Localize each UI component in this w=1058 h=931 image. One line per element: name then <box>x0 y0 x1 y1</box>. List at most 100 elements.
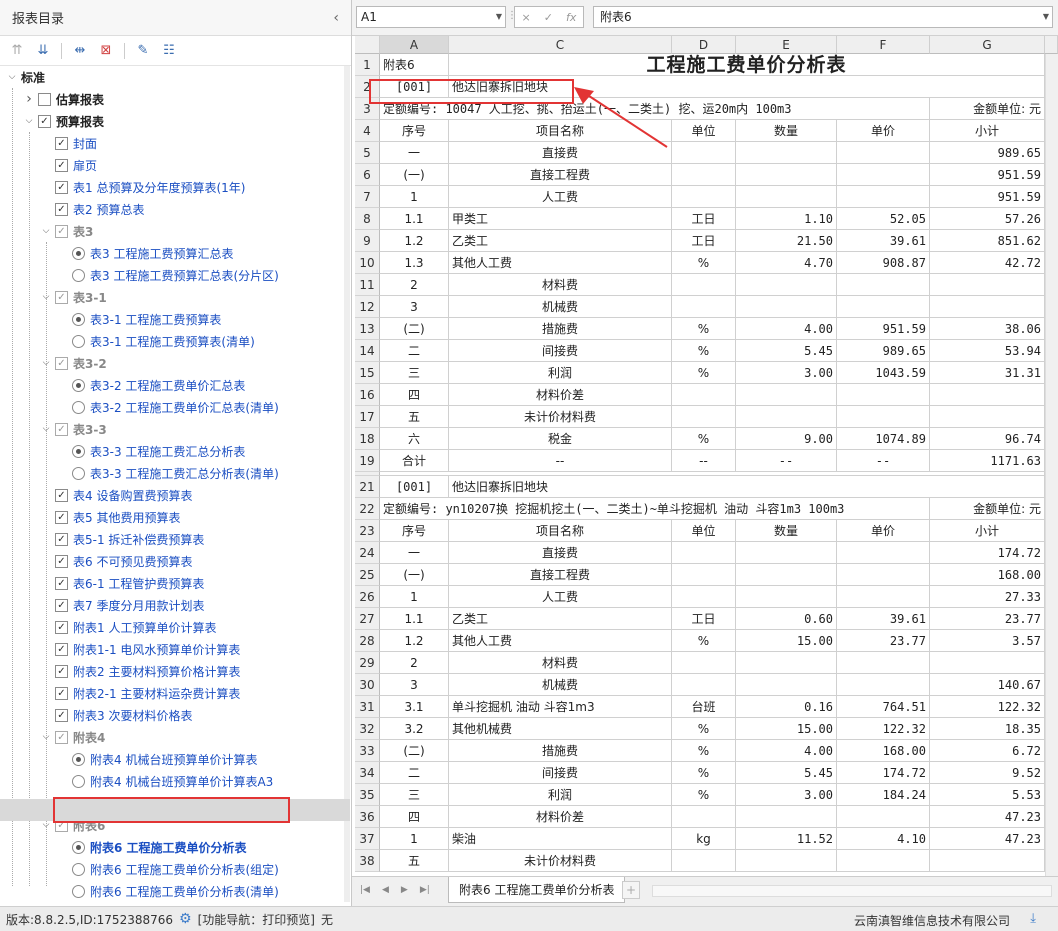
tree-item[interactable]: ✓ 表6 不可预见费预算表 <box>0 550 346 572</box>
cell-reference-box[interactable]: A1 ▼ <box>356 6 506 28</box>
first-tab-icon[interactable]: |◀ <box>360 885 370 895</box>
table-cell[interactable]: 间接费 <box>449 762 672 784</box>
confirm-edit-button[interactable]: ✓ <box>544 11 553 24</box>
table-cell[interactable]: % <box>672 252 736 274</box>
split-icon[interactable]: ⇹ <box>69 41 91 61</box>
table-cell[interactable] <box>736 274 837 296</box>
tree-radio[interactable] <box>72 400 85 414</box>
tree-checkbox[interactable]: ✓ <box>55 554 68 568</box>
tree-item[interactable]: 表3-3 工程施工费汇总分析表 <box>0 440 346 462</box>
table-cell[interactable]: 174.72 <box>837 762 930 784</box>
table-cell[interactable]: 38.06 <box>930 318 1045 340</box>
table-cell[interactable] <box>837 850 930 872</box>
table-cell[interactable] <box>672 186 736 208</box>
table-cell[interactable] <box>736 384 837 406</box>
tree-item[interactable]: ⌵ ✓ 表3-2 <box>0 352 346 374</box>
table-cell[interactable]: 15.00 <box>736 718 837 740</box>
row-header[interactable]: 34 <box>355 762 380 784</box>
tree-checkbox[interactable]: ✓ <box>55 158 68 172</box>
table-cell[interactable]: 4.00 <box>736 318 837 340</box>
table-cell[interactable] <box>736 296 837 318</box>
table-cell[interactable]: 0.16 <box>736 696 837 718</box>
tree-item[interactable]: 表3-2 工程施工费单价汇总表 <box>0 374 346 396</box>
tree-item[interactable]: ✓ 表5-1 拆迁补偿费预算表 <box>0 528 346 550</box>
row-header[interactable]: 16 <box>355 384 380 406</box>
tree-item[interactable]: 附表6 工程施工费单价分析表(清单) <box>0 880 346 902</box>
table-cell[interactable]: 人工费 <box>449 586 672 608</box>
sheet-horizontal-scrollbar[interactable] <box>652 885 1052 897</box>
table-cell[interactable]: 1 <box>380 828 449 850</box>
table-cell[interactable]: 57.26 <box>930 208 1045 230</box>
table-cell[interactable]: 951.59 <box>837 318 930 340</box>
table-cell[interactable]: 11.52 <box>736 828 837 850</box>
table-cell[interactable] <box>930 850 1045 872</box>
sheet-title-cell[interactable]: 工程施工费单价分析表 <box>449 54 1045 76</box>
column-header[interactable]: D <box>672 36 736 54</box>
table-cell[interactable]: 3 <box>380 296 449 318</box>
tree-item[interactable]: ✓ 表1 总预算及分年度预算表(1年) <box>0 176 346 198</box>
row-header[interactable]: 13 <box>355 318 380 340</box>
table-cell[interactable]: kg <box>672 828 736 850</box>
table-cell[interactable]: 2 <box>380 274 449 296</box>
table-cell[interactable]: 税金 <box>449 428 672 450</box>
table-header-cell[interactable]: 单位 <box>672 520 736 542</box>
tree-radio[interactable] <box>72 378 85 392</box>
tree-checkbox[interactable]: ✓ <box>55 532 68 546</box>
project-code-cell[interactable]: [001] <box>380 476 449 498</box>
table-header-cell[interactable]: 序号 <box>380 120 449 142</box>
table-header-cell[interactable]: 小计 <box>930 520 1045 542</box>
table-cell[interactable]: 材料费 <box>449 274 672 296</box>
table-header-cell[interactable]: 单位 <box>672 120 736 142</box>
tree-item[interactable]: 附表6 工程施工费单价分析表(组定) <box>0 858 346 880</box>
table-cell[interactable]: 1.3 <box>380 252 449 274</box>
table-cell[interactable]: 六 <box>380 428 449 450</box>
tree-item[interactable]: ✓ 附表1 人工预算单价计算表 <box>0 616 346 638</box>
table-cell[interactable]: 53.94 <box>930 340 1045 362</box>
tree-scrollbar[interactable] <box>344 66 350 902</box>
table-cell[interactable] <box>672 296 736 318</box>
tree-checkbox[interactable]: ✓ <box>55 290 68 304</box>
table-cell[interactable]: 4.00 <box>736 740 837 762</box>
tree-checkbox[interactable]: ✓ <box>55 664 68 678</box>
table-cell[interactable]: 951.59 <box>930 186 1045 208</box>
row-header[interactable]: 38 <box>355 850 380 872</box>
row-header[interactable]: 1 <box>355 54 380 76</box>
table-cell[interactable]: 3 <box>380 674 449 696</box>
table-cell[interactable] <box>672 806 736 828</box>
table-cell[interactable]: 5.45 <box>736 762 837 784</box>
table-cell[interactable] <box>736 406 837 428</box>
table-cell[interactable]: 合计 <box>380 450 449 472</box>
sheet-label-cell[interactable]: 附表6 <box>380 54 449 76</box>
tree-item[interactable]: 表3-3 工程施工费汇总分析表(清单) <box>0 462 346 484</box>
table-cell[interactable]: 122.32 <box>930 696 1045 718</box>
tree-checkbox[interactable]: ✓ <box>55 642 68 656</box>
tree-item[interactable]: ✓ 表4 设备购置费预算表 <box>0 484 346 506</box>
table-cell[interactable]: 二 <box>380 340 449 362</box>
row-header[interactable]: 24 <box>355 542 380 564</box>
table-cell[interactable]: 6.72 <box>930 740 1045 762</box>
row-header[interactable]: 29 <box>355 652 380 674</box>
table-cell[interactable] <box>837 384 930 406</box>
tree-item[interactable]: ⌵ ✓ 表3-3 <box>0 418 346 440</box>
table-cell[interactable]: 直接费 <box>449 542 672 564</box>
tree-checkbox[interactable]: ✓ <box>55 224 68 238</box>
column-header[interactable]: A <box>380 36 449 54</box>
formula-input[interactable]: 附表6 ▼ <box>593 6 1053 28</box>
table-cell[interactable]: 989.65 <box>837 340 930 362</box>
table-cell[interactable] <box>736 652 837 674</box>
table-cell[interactable]: 168.00 <box>930 564 1045 586</box>
table-cell[interactable]: % <box>672 630 736 652</box>
tree-checkbox[interactable]: ✓ <box>55 136 68 150</box>
chevron-down-icon[interactable]: ⌵ <box>6 72 18 82</box>
table-cell[interactable]: 989.65 <box>930 142 1045 164</box>
table-cell[interactable] <box>736 564 837 586</box>
table-cell[interactable]: 23.77 <box>930 608 1045 630</box>
table-cell[interactable]: 15.00 <box>736 630 837 652</box>
tree-checkbox[interactable] <box>38 92 51 106</box>
tree-item[interactable]: ⌵ ✓ 附表4 <box>0 726 346 748</box>
tree-checkbox[interactable]: ✓ <box>38 114 51 128</box>
table-cell[interactable]: 人工费 <box>449 186 672 208</box>
table-cell[interactable]: 利润 <box>449 362 672 384</box>
table-cell[interactable] <box>930 384 1045 406</box>
row-header[interactable]: 21 <box>355 476 380 498</box>
